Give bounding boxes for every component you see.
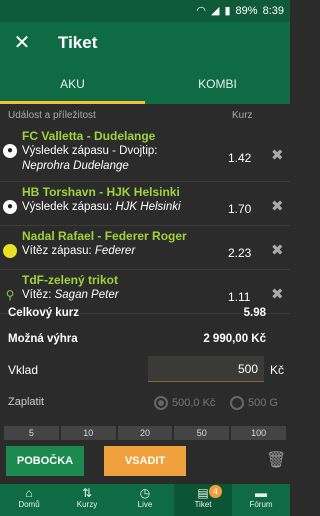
- ticket-icon: ▤: [197, 486, 209, 500]
- quick-stake-button[interactable]: 5: [4, 426, 59, 440]
- branch-button[interactable]: POBOČKA: [6, 446, 84, 476]
- football-icon: ●: [3, 200, 17, 214]
- stake-currency: Kč: [270, 363, 285, 377]
- tennis-ball-icon: [3, 244, 17, 258]
- bet-odds: 2.23: [228, 246, 252, 260]
- nav-forum[interactable]: ▬ Fórum: [232, 484, 290, 516]
- chat-icon: ▬: [255, 486, 267, 500]
- quick-stake-button[interactable]: 20: [117, 426, 173, 440]
- bet-odds: 1.42: [228, 151, 252, 165]
- tab-kombi[interactable]: KOMBI: [145, 64, 290, 104]
- bet-match: Nadal Rafael - Federer Roger: [22, 229, 187, 243]
- nav-ticket[interactable]: ▤ Tiket 4: [174, 484, 232, 516]
- bet-match: HB Torshavn - HJK Helsinki: [22, 185, 180, 199]
- battery-icon: ▮: [224, 4, 231, 17]
- pay-option-cash[interactable]: 500,0 Kč: [154, 396, 215, 410]
- odds-column-label: Kurz: [232, 109, 253, 121]
- stake-row: Vklad 500 Kč: [0, 356, 290, 384]
- quick-stake-button[interactable]: 100: [231, 426, 286, 440]
- signal-icon: ◢: [211, 4, 220, 17]
- possible-win-value: 2 990,00 Kč: [203, 333, 266, 345]
- page-title: Tiket: [58, 33, 98, 52]
- football-icon: ●: [3, 144, 17, 158]
- wifi-icon: ◠: [196, 4, 207, 17]
- quick-stake-buttons: 5 10 20 50 100: [4, 426, 286, 440]
- clock: 8:39: [262, 5, 284, 17]
- bet-item[interactable]: ● FC Valletta - Dudelange Výsledek zápas…: [0, 126, 290, 182]
- total-odds-row: Celkový kurz 5.98: [0, 302, 290, 324]
- status-bar: ◠ ◢ ▮ 89% 8:39: [0, 0, 290, 22]
- sort-icon: ⇅: [81, 486, 93, 500]
- place-bet-button[interactable]: VSADIT: [104, 446, 186, 476]
- home-icon: ⌂: [25, 486, 33, 500]
- ticket-tabs: AKU KOMBI: [0, 64, 290, 104]
- nav-home[interactable]: ⌂ Domů: [0, 484, 58, 516]
- column-header: Událost a příležitost Kurz: [0, 104, 290, 126]
- pay-label: Zaplatit: [8, 396, 45, 408]
- remove-bet-icon[interactable]: ✖: [271, 197, 284, 215]
- possible-win-row: Možná výhra 2 990,00 Kč: [0, 328, 290, 350]
- bet-market-selection: Výsledek zápasu: HJK Helsinki: [22, 201, 181, 213]
- bet-selection: Neprohra Dudelange: [22, 160, 129, 172]
- possible-win-label: Možná výhra: [8, 333, 78, 345]
- nav-live[interactable]: ◷ Live: [116, 484, 174, 516]
- remove-bet-icon[interactable]: ✖: [271, 285, 284, 303]
- bet-match: FC Valletta - Dudelange: [22, 129, 156, 143]
- battery-level: 89%: [235, 5, 258, 17]
- event-column-label: Událost a příležitost: [8, 109, 96, 121]
- bet-list: ● FC Valletta - Dudelange Výsledek zápas…: [0, 126, 290, 314]
- pay-row: Zaplatit 500,0 Kč 500 G: [0, 392, 290, 416]
- remove-bet-icon[interactable]: ✖: [271, 241, 284, 259]
- radio-icon: [154, 396, 168, 410]
- bet-market-selection: Vítěz: Sagan Peter: [22, 289, 119, 301]
- ticket-count-badge: 4: [209, 485, 222, 498]
- stopwatch-icon: ◷: [139, 486, 151, 500]
- stake-label: Vklad: [8, 363, 39, 377]
- remove-bet-icon[interactable]: ✖: [271, 146, 284, 164]
- quick-stake-button[interactable]: 10: [60, 426, 116, 440]
- close-icon[interactable]: ✕: [0, 22, 44, 64]
- app-bar: ✕ Tiket: [0, 22, 290, 64]
- radio-icon: [230, 396, 244, 410]
- bet-odds: 1.70: [228, 202, 252, 216]
- bet-market-selection: Vítěz zápasu: Federer: [22, 245, 136, 257]
- action-bar: POBOČKA VSADIT 🗑: [0, 444, 290, 482]
- quick-stake-button[interactable]: 50: [174, 426, 230, 440]
- nav-odds[interactable]: ⇅ Kurzy: [58, 484, 116, 516]
- total-odds-value: 5.98: [243, 307, 266, 319]
- total-odds-label: Celkový kurz: [8, 307, 79, 319]
- cycling-icon: ⚲: [5, 288, 15, 302]
- bottom-nav: ⌂ Domů ⇅ Kurzy ◷ Live ▤ Tiket 4 ▬ Fórum: [0, 484, 290, 516]
- bet-item[interactable]: ● HB Torshavn - HJK Helsinki Výsledek zá…: [0, 182, 290, 226]
- bet-market: Výsledek zápasu - Dvojtip:: [22, 145, 158, 157]
- bet-match: TdF-zelený trikot: [22, 273, 119, 287]
- stake-input[interactable]: 500: [148, 356, 264, 382]
- tab-aku[interactable]: AKU: [0, 64, 145, 104]
- bet-item[interactable]: Nadal Rafael - Federer Roger Vítěz zápas…: [0, 226, 290, 270]
- pay-option-points[interactable]: 500 G: [230, 396, 278, 410]
- trash-icon[interactable]: 🗑: [266, 450, 286, 470]
